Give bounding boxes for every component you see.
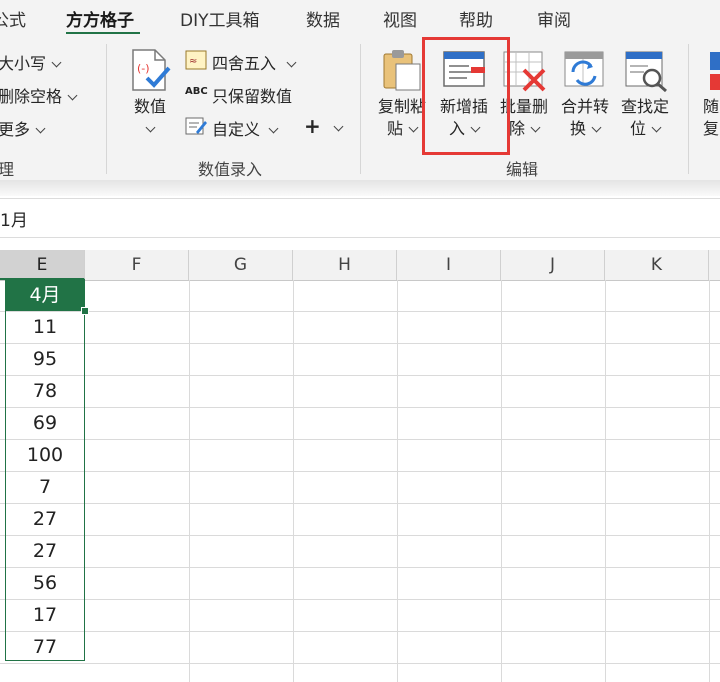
tab-view[interactable]: 视图 — [383, 6, 417, 31]
chevron-down-icon — [333, 121, 344, 132]
copy-paste-label-line2: 贴 — [386, 119, 403, 138]
ribbon-tab-bar: 公式 方方格子 DIY工具箱 数据 视图 帮助 审阅 — [0, 0, 720, 35]
more-button[interactable]: 更多 — [0, 116, 46, 140]
case-convert-label: 大小写 — [0, 54, 47, 73]
grid-line — [0, 567, 720, 568]
find-locate-label-line2: 位 — [629, 119, 646, 138]
merge-convert-icon — [564, 51, 604, 87]
ribbon-shadow — [0, 180, 720, 196]
chevron-down-icon — [591, 122, 602, 133]
remove-spaces-button[interactable]: 删除空格 — [0, 83, 78, 107]
grid-line — [605, 280, 606, 682]
fill-handle[interactable] — [81, 307, 89, 315]
chevron-down-icon — [67, 90, 78, 101]
column-header-f[interactable]: F — [85, 250, 189, 280]
merge-convert-button[interactable]: 合并转 换 — [557, 96, 613, 140]
insert-highlight-box — [422, 37, 510, 155]
find-locate-label: 查找定 — [620, 97, 669, 116]
random-icon — [710, 52, 720, 90]
add-button[interactable]: + — [304, 114, 344, 138]
keep-numbers-button[interactable]: 只保留数值 — [212, 83, 292, 107]
chevron-down-icon — [51, 57, 62, 68]
random-label-line2: 复 — [703, 119, 720, 138]
grid-line — [0, 311, 720, 312]
abc-icon: ABC — [185, 86, 208, 97]
column-header-j[interactable]: J — [501, 250, 605, 280]
grid-line — [0, 375, 720, 376]
find-locate-button[interactable]: 查找定 位 — [617, 96, 673, 140]
merge-convert-label-line2: 换 — [569, 119, 586, 138]
copy-paste-icon — [383, 50, 421, 91]
chevron-down-icon — [530, 122, 541, 133]
grid-line — [501, 280, 502, 682]
tab-help[interactable]: 帮助 — [459, 6, 493, 31]
numeric-value-icon: (-) — [132, 49, 171, 91]
column-header-bar: E F G H I J K — [0, 250, 720, 281]
column-header-k[interactable]: K — [605, 250, 709, 280]
column-header-i[interactable]: I — [397, 250, 501, 280]
random-label: 随 — [703, 97, 720, 116]
grid-line — [0, 343, 720, 344]
grid-line — [0, 663, 720, 664]
selection-border — [5, 279, 85, 661]
group-label-edit: 编辑 — [506, 160, 539, 179]
remove-spaces-label: 删除空格 — [0, 87, 63, 106]
merge-convert-label: 合并转 — [560, 97, 609, 116]
grid-line — [709, 280, 710, 682]
tab-fangfang-gezi[interactable]: 方方格子 — [66, 6, 134, 31]
grid-line — [0, 503, 720, 504]
tab-data[interactable]: 数据 — [306, 6, 340, 31]
chevron-down-icon — [286, 57, 297, 68]
formula-bar[interactable]: 1月 — [0, 198, 720, 238]
group-separator — [360, 44, 361, 174]
grid-line — [0, 407, 720, 408]
case-convert-button[interactable]: 大小写 — [0, 50, 62, 74]
numeric-value-label: 数值 — [133, 97, 166, 116]
numeric-value-button[interactable]: 数值 — [128, 96, 172, 140]
grid-line — [0, 439, 720, 440]
keep-numbers-label: 只保留数值 — [212, 87, 293, 106]
chevron-down-icon — [145, 122, 155, 133]
random-button[interactable]: 随 复 — [703, 96, 720, 140]
column-header-g[interactable]: G — [189, 250, 293, 280]
round-label: 四舍五入 — [212, 54, 277, 73]
round-button[interactable]: 四舍五入 — [212, 50, 297, 74]
chevron-down-icon — [35, 123, 46, 134]
grid-line — [0, 631, 720, 632]
batch-delete-label-line2: 除 — [508, 119, 525, 138]
group-label-numeric: 数值录入 — [198, 160, 263, 179]
column-header-h[interactable]: H — [293, 250, 397, 280]
svg-text:(-): (-) — [137, 62, 150, 75]
group-separator — [106, 44, 107, 174]
grid-line — [293, 280, 294, 682]
grid-line — [397, 280, 398, 682]
group-separator — [688, 44, 689, 174]
tab-diy-toolbox[interactable]: DIY工具箱 — [180, 6, 260, 31]
column-header-e[interactable]: E — [0, 250, 85, 280]
find-locate-icon — [625, 51, 667, 92]
chevron-down-icon — [408, 122, 419, 133]
svg-text:≈: ≈ — [189, 56, 197, 67]
chevron-down-icon — [651, 122, 662, 133]
chevron-down-icon — [268, 123, 279, 134]
tab-review[interactable]: 审阅 — [537, 6, 571, 31]
grid-line — [189, 280, 190, 682]
grid-line — [0, 471, 720, 472]
copy-paste-label: 复制粘 — [377, 97, 426, 116]
grid-line — [0, 599, 720, 600]
group-label-left: 理 — [0, 160, 15, 179]
more-label: 更多 — [0, 120, 31, 139]
grid-line — [0, 535, 720, 536]
tab-formulas[interactable]: 公式 — [0, 6, 26, 31]
custom-button[interactable]: 自定义 — [212, 116, 279, 140]
formula-bar-value: 1月 — [0, 211, 28, 231]
round-icon: ≈ — [185, 50, 207, 70]
plus-icon: + — [304, 114, 321, 138]
custom-label: 自定义 — [212, 120, 261, 139]
custom-icon — [185, 117, 207, 135]
